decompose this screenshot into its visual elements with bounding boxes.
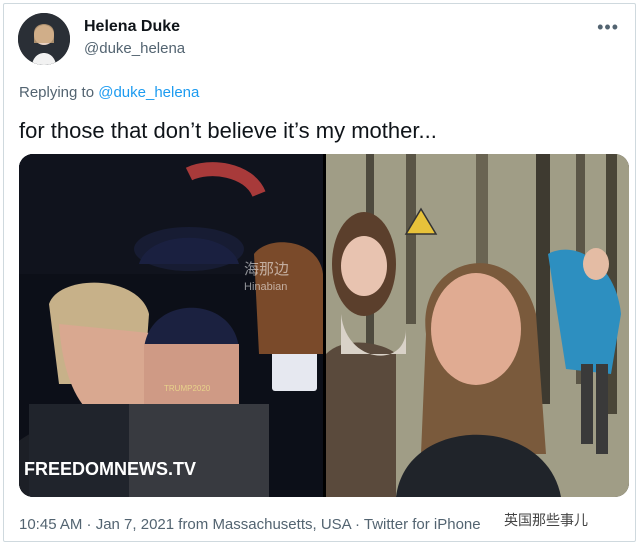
tweet-timestamp[interactable]: 10:45 AM · Jan 7, 2021 from Massachusett… — [19, 516, 481, 533]
tweet-media[interactable]: TRUMP2020 海那边 Hinabian FREEDOMNEWS.TV — [19, 154, 629, 497]
photo-left[interactable]: TRUMP2020 海那边 Hinabian — [19, 154, 323, 497]
photo-right[interactable] — [326, 154, 629, 497]
avatar[interactable] — [18, 13, 70, 65]
watermark-bottom: Hinabian — [244, 281, 287, 293]
replying-to: Replying to @duke_helena — [19, 84, 199, 101]
replying-prefix: Replying to — [19, 84, 95, 101]
video-caption: FREEDOMNEWS.TV — [24, 459, 197, 479]
replying-handle-link[interactable]: @duke_helena — [98, 84, 199, 101]
ellipsis-icon[interactable]: ••• — [597, 18, 619, 36]
user-handle[interactable]: @duke_helena — [84, 40, 185, 57]
tweet-text: for those that don’t believe it’s my mot… — [19, 118, 437, 143]
corner-watermark: 英国那些事儿 — [498, 508, 594, 532]
hat-text: TRUMP2020 — [164, 384, 211, 393]
watermark-top: 海那边 — [244, 261, 289, 278]
display-name[interactable]: Helena Duke — [84, 18, 180, 36]
tweet-card: Helena Duke @duke_helena ••• Replying to… — [3, 3, 636, 542]
